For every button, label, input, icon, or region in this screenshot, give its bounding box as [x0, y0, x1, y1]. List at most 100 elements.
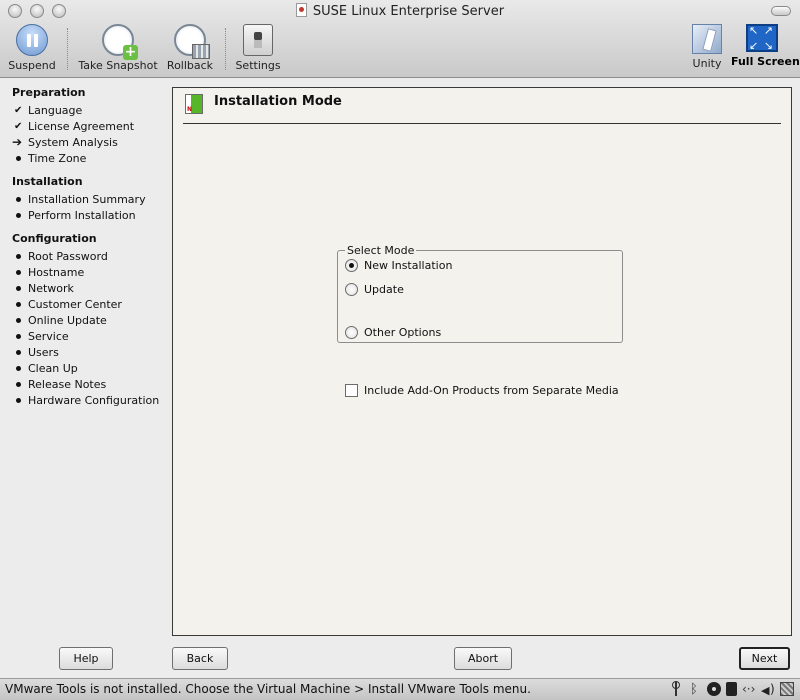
- snapshot-icon: [102, 24, 138, 60]
- section-title: Configuration: [12, 232, 97, 245]
- abort-button[interactable]: Abort: [454, 647, 512, 670]
- bluetooth-icon[interactable]: [688, 679, 702, 700]
- settings-switch-icon: [243, 24, 273, 56]
- step-item-online-update: Online Update: [12, 312, 170, 328]
- steps-section-preparation: Preparation Language License Agreement S…: [12, 86, 170, 166]
- step-item-language: Language: [12, 102, 170, 118]
- device-icons: [670, 679, 794, 700]
- window-title: SUSE Linux Enterprise Server: [0, 3, 800, 19]
- bullet-icon: [12, 267, 28, 278]
- step-label: License Agreement: [28, 119, 135, 133]
- step-item-clean-up: Clean Up: [12, 360, 170, 376]
- step-label: Release Notes: [28, 377, 107, 391]
- bullet-icon: [12, 315, 28, 326]
- take-snapshot-button[interactable]: Take Snapshot: [78, 24, 158, 72]
- page-title: Installation Mode: [214, 94, 342, 109]
- installer-steps-sidebar: Preparation Language License Agreement S…: [12, 86, 170, 417]
- steps-section-configuration: Configuration Root Password Hostname Net…: [12, 232, 170, 408]
- guest-screen[interactable]: Preparation Language License Agreement S…: [0, 78, 800, 678]
- radio-update[interactable]: Update: [345, 283, 404, 296]
- step-label: Users: [28, 345, 59, 359]
- toolbar-separator: [67, 28, 68, 70]
- unity-icon: [692, 24, 722, 54]
- help-button[interactable]: Help: [59, 647, 113, 670]
- bullet-icon: [12, 363, 28, 374]
- step-item-system-analysis: System Analysis: [12, 134, 170, 150]
- step-label: Network: [28, 281, 74, 295]
- usb-icon[interactable]: [672, 681, 683, 696]
- window-titlebar: SUSE Linux Enterprise Server Suspend Tak…: [0, 0, 800, 78]
- radio-other-options[interactable]: Other Options: [345, 326, 441, 339]
- full-screen-label: Full Screen: [731, 55, 800, 68]
- full-screen-button[interactable]: Full Screen: [731, 24, 800, 68]
- step-label: System Analysis: [28, 135, 118, 149]
- step-label: Root Password: [28, 249, 108, 263]
- cd-drive-icon[interactable]: [707, 682, 721, 696]
- step-item-perform-installation: Perform Installation: [12, 207, 170, 223]
- addon-products-label[interactable]: Include Add-On Products from Separate Me…: [364, 384, 619, 397]
- bullet-icon: [12, 331, 28, 342]
- select-mode-label: Select Mode: [345, 244, 417, 257]
- take-snapshot-label: Take Snapshot: [78, 59, 158, 72]
- addon-products-checkbox-row[interactable]: Include Add-On Products from Separate Me…: [345, 384, 619, 397]
- vmware-status-bar: VMware Tools is not installed. Choose th…: [0, 678, 800, 700]
- display-resize-icon[interactable]: [780, 682, 794, 696]
- panel-header: Installation Mode: [183, 92, 781, 124]
- step-label: Customer Center: [28, 297, 122, 311]
- status-message: VMware Tools is not installed. Choose th…: [5, 682, 531, 696]
- settings-button[interactable]: Settings: [234, 24, 282, 72]
- hard-disk-icon[interactable]: [726, 682, 737, 696]
- step-item-network: Network: [12, 280, 170, 296]
- bullet-icon: [12, 283, 28, 294]
- installer-icon: [185, 94, 203, 114]
- suspend-button[interactable]: Suspend: [6, 24, 58, 72]
- step-label: Installation Summary: [28, 192, 146, 206]
- sound-icon[interactable]: [761, 679, 775, 700]
- step-label: Time Zone: [28, 151, 87, 165]
- radio-button-selected[interactable]: [345, 259, 358, 272]
- radio-new-installation[interactable]: New Installation: [345, 259, 452, 272]
- bullet-icon: [12, 210, 28, 221]
- next-button[interactable]: Next: [739, 647, 790, 670]
- step-item-hostname: Hostname: [12, 264, 170, 280]
- steps-section-installation: Installation Installation Summary Perfor…: [12, 175, 170, 223]
- back-button[interactable]: Back: [172, 647, 228, 670]
- checkmark-icon: [12, 105, 28, 116]
- rollback-button[interactable]: Rollback: [164, 24, 216, 72]
- bullet-icon: [12, 379, 28, 390]
- network-icon[interactable]: [742, 679, 756, 700]
- radio-label[interactable]: New Installation: [364, 259, 452, 272]
- installation-mode-panel: Installation Mode Select Mode New Instal…: [172, 87, 792, 636]
- suspend-label: Suspend: [8, 59, 56, 72]
- step-item-installation-summary: Installation Summary: [12, 191, 170, 207]
- unity-label: Unity: [692, 57, 722, 70]
- step-label: Language: [28, 103, 83, 117]
- toolbar-separator: [225, 28, 226, 70]
- settings-label: Settings: [235, 59, 281, 72]
- step-item-license-agreement: License Agreement: [12, 118, 170, 134]
- radio-button[interactable]: [345, 326, 358, 339]
- step-item-time-zone: Time Zone: [12, 150, 170, 166]
- step-item-root-password: Root Password: [12, 248, 170, 264]
- section-title: Installation: [12, 175, 83, 188]
- step-item-hardware-configuration: Hardware Configuration: [12, 392, 170, 408]
- radio-label[interactable]: Other Options: [364, 326, 441, 339]
- radio-button[interactable]: [345, 283, 358, 296]
- step-label: Service: [28, 329, 69, 343]
- step-label: Hardware Configuration: [28, 393, 160, 407]
- bullet-icon: [12, 395, 28, 406]
- bullet-icon: [12, 251, 28, 262]
- current-step-arrow-icon: [12, 135, 28, 149]
- step-label: Online Update: [28, 313, 107, 327]
- select-mode-group: Select Mode New Installation Update Othe…: [337, 244, 623, 343]
- radio-label[interactable]: Update: [364, 283, 404, 296]
- window-title-text: SUSE Linux Enterprise Server: [312, 4, 505, 19]
- toolbar-toggle-button[interactable]: [771, 6, 791, 16]
- bullet-icon: [12, 347, 28, 358]
- addon-products-checkbox[interactable]: [345, 384, 358, 397]
- step-label: Hostname: [28, 265, 85, 279]
- step-label: Clean Up: [28, 361, 78, 375]
- bullet-icon: [12, 194, 28, 205]
- step-item-customer-center: Customer Center: [12, 296, 170, 312]
- unity-button[interactable]: Unity: [688, 24, 726, 70]
